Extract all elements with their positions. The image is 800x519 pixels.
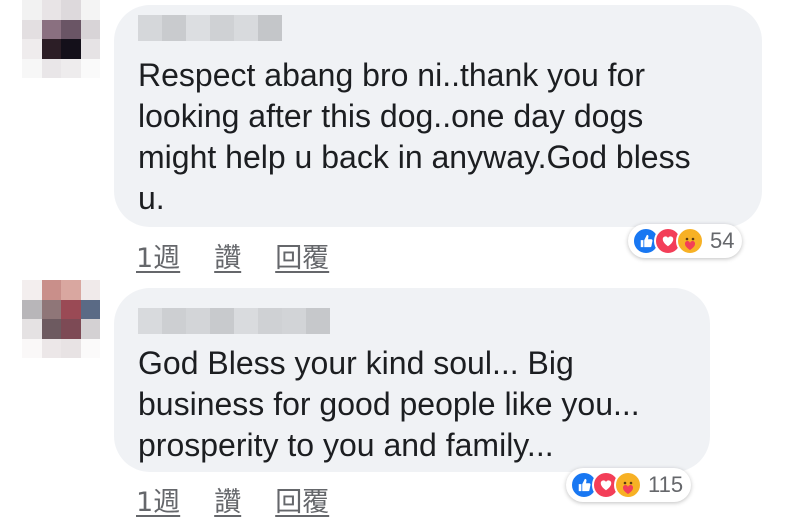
commenter-name-blurred[interactable] — [138, 308, 330, 334]
avatar[interactable] — [22, 280, 100, 358]
avatar[interactable] — [22, 0, 100, 78]
reaction-summary[interactable]: 115 — [566, 468, 692, 502]
comment-bubble: God Bless your kind soul... Big business… — [114, 288, 710, 472]
comment-text-line: looking after this dog..one day dogs — [138, 98, 644, 134]
timestamp-link[interactable]: 1週 — [136, 480, 180, 519]
comment-text-line: God Bless your kind soul... Big — [138, 345, 574, 381]
reaction-summary[interactable]: 54 — [628, 224, 743, 258]
timestamp-link[interactable]: 1週 — [136, 236, 180, 275]
reply-button[interactable]: 回覆 — [275, 236, 329, 275]
comment-text-line: u. — [138, 180, 165, 216]
reply-button[interactable]: 回覆 — [275, 480, 329, 519]
comment-text-line: Respect abang bro ni..thank you for — [138, 57, 645, 93]
commenter-name-blurred[interactable] — [138, 15, 282, 41]
like-button[interactable]: 讚 — [214, 236, 241, 275]
reaction-count: 115 — [648, 472, 684, 497]
comment-text-line: business for good people like you... — [138, 386, 640, 422]
comment-actions: 1週 讚 回覆 — [136, 480, 329, 519]
like-button[interactable]: 讚 — [214, 480, 241, 519]
comment-text: Respect abang bro ni..thank you for look… — [138, 55, 691, 219]
reaction-count: 54 — [710, 228, 735, 253]
care-icon — [614, 471, 642, 499]
comment-actions: 1週 讚 回覆 — [136, 236, 329, 275]
comment-text-line: prosperity to you and family... — [138, 427, 554, 463]
care-icon — [676, 227, 704, 255]
comment-text-line: might help u back in anyway.God bless — [138, 139, 691, 175]
comment-text: God Bless your kind soul... Big business… — [138, 343, 640, 466]
comment-bubble: Respect abang bro ni..thank you for look… — [114, 5, 762, 227]
